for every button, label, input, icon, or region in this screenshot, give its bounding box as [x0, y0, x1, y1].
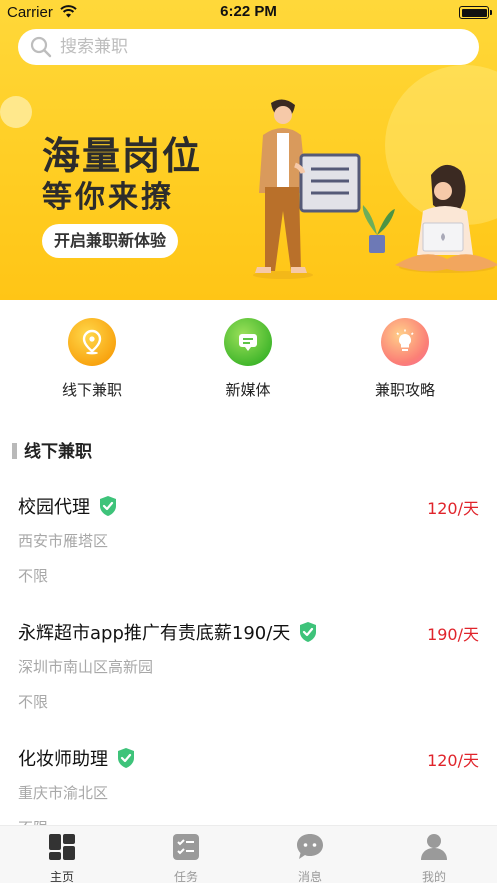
- category-label: 兼职攻略: [374, 381, 435, 399]
- status-bar: Carrier 6:22 PM: [0, 0, 497, 26]
- job-location: 西安市雁塔区: [18, 532, 109, 550]
- tab-messages[interactable]: 消息: [270, 832, 350, 883]
- section-title-text: 线下兼职: [24, 442, 92, 462]
- bottom-tab-bar: 主页 任务 消息 我的: [0, 825, 497, 883]
- banner-decoration-dot: [0, 96, 32, 128]
- home-grid-icon: [49, 834, 75, 860]
- search-input[interactable]: [60, 29, 460, 65]
- job-salary: 120/天: [427, 499, 479, 518]
- job-title-text: 校园代理: [18, 497, 90, 518]
- message-doc-icon: [239, 334, 257, 351]
- verified-shield-icon: [300, 622, 317, 642]
- tab-label: 主页: [49, 870, 74, 883]
- tab-label: 消息: [297, 870, 322, 883]
- tab-tasks[interactable]: 任务: [146, 832, 226, 883]
- banner-subheadline: 等你来撩: [42, 180, 174, 215]
- verified-shield-icon: [118, 748, 134, 768]
- job-title: 校园代理: [18, 493, 118, 519]
- category-label: 线下兼职: [61, 381, 122, 399]
- section-title: 线下兼职: [12, 437, 92, 462]
- location-pin-icon: [82, 329, 102, 355]
- banner-cta-button[interactable]: 开启兼职新体验: [42, 224, 179, 258]
- category-label: 新媒体: [225, 381, 271, 399]
- checklist-icon: [173, 834, 199, 860]
- clock: 6:22 PM: [220, 3, 277, 20]
- section-title-marker: [12, 443, 17, 459]
- category-icon-circle: [224, 318, 272, 366]
- job-title-text: 永辉超市app推广有责底薪190/天: [18, 623, 291, 644]
- tab-home[interactable]: 主页: [22, 832, 102, 883]
- search-icon: [30, 36, 52, 58]
- tab-label: 任务: [173, 870, 198, 883]
- category-job-guide[interactable]: 兼职攻略: [345, 318, 465, 400]
- tab-label: 我的: [421, 870, 446, 883]
- search-bar[interactable]: [18, 29, 479, 65]
- job-list: 校园代理 120/天 西安市雁塔区 不限 永辉超市app推广有责底薪190/天 …: [0, 485, 497, 863]
- category-icon-circle: [381, 318, 429, 366]
- category-offline-jobs[interactable]: 线下兼职: [32, 318, 152, 400]
- category-new-media[interactable]: 新媒体: [188, 318, 308, 400]
- job-item[interactable]: 校园代理 120/天 西安市雁塔区 不限: [0, 485, 497, 611]
- tab-mine[interactable]: 我的: [394, 832, 474, 883]
- job-title: 永辉超市app推广有责底薪190/天: [18, 619, 318, 645]
- job-title: 化妆师助理: [18, 745, 136, 771]
- job-salary: 190/天: [427, 625, 479, 644]
- category-shortcuts: 线下兼职 新媒体 兼职攻略: [0, 318, 497, 408]
- job-requirement: 不限: [18, 693, 49, 711]
- job-item[interactable]: 永辉超市app推广有责底薪190/天 190/天 深圳市南山区高新园 不限: [0, 611, 497, 737]
- people-working-illustration: [253, 99, 497, 279]
- app-screen: 海量岗位 等你来撩 开启兼职新体验 Carrier 6:22 PM 搜索兼职 线…: [0, 0, 497, 883]
- job-location: 深圳市南山区高新园: [18, 658, 154, 676]
- job-title-text: 化妆师助理: [18, 749, 108, 770]
- verified-shield-icon: [100, 496, 116, 516]
- job-requirement: 不限: [18, 567, 49, 585]
- chat-bubble-icon: [297, 834, 323, 859]
- battery-icon: [459, 6, 492, 19]
- lightbulb-icon: [396, 329, 414, 351]
- job-salary: 120/天: [427, 751, 479, 770]
- category-icon-circle: [68, 318, 116, 366]
- user-icon: [421, 834, 447, 860]
- job-location: 重庆市渝北区: [18, 784, 109, 802]
